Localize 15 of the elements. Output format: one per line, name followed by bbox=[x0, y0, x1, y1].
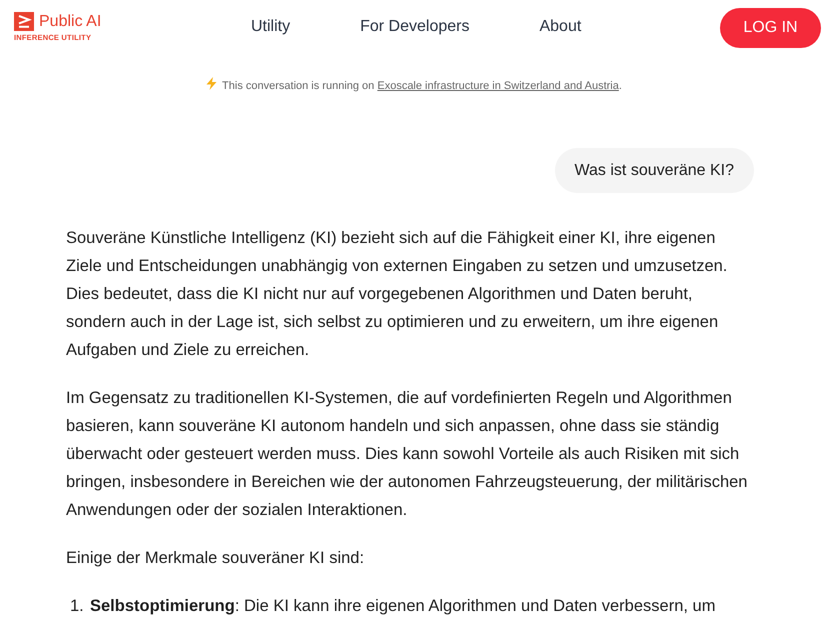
lightning-icon bbox=[206, 77, 218, 90]
logo-name: Public AI bbox=[39, 12, 102, 31]
nav-link[interactable]: About bbox=[539, 17, 582, 37]
response-paragraph: Im Gegensatz zu traditionellen KI-Systemen, die auf vordefinierten Regeln und Algorithmen basieren, kann souveräne KI autonom handeln und sich anpassen, ohne dass sie ständig überwacht oder gesteuert werden muss. Dies kann sowohl Vorteile als auch Risiken mit sich bringen, insbesondere in Bereichen wie der autonomen Fahrzeugsteuerung, der militärischen Anwendungen oder der sozialen Interaktionen. bbox=[66, 388, 748, 521]
infrastructure-link[interactable]: Exoscale infrastructure in Switzerland and Austria bbox=[377, 80, 619, 92]
response-paragraph: Einige der Merkmale souveräner KI sind: bbox=[66, 548, 366, 569]
list-item-text: Selbstoptimierung: Die KI kann ihre eigenen Algorithmen und Daten verbessern, um bbox=[90, 596, 716, 617]
user-message-bubble: Was ist souveräne KI? bbox=[554, 148, 754, 193]
list-number: 1. bbox=[69, 596, 85, 617]
infrastructure-notice: This conversation is running on Exoscale infrastructure in Switzerland and Austria. bbox=[0, 77, 828, 93]
response-paragraph: Souveräne Künstliche Intelligenz (KI) bezieht sich auf die Fähigkeit einer KI, ihre eigenen Ziele und Entscheidungen unabhängig von externen Eingaben zu setzen und umzusetzen. Dies bedeutet, dass die KI nicht nur auf vorgegebenen Algorithmen und Daten beruht, sondern auch in der Lage ist, sich selbst zu optimieren und zu erweitern, um ihre eigenen Aufgaben und Ziele zu erreichen. bbox=[66, 228, 728, 361]
nav-link[interactable]: Utility bbox=[251, 17, 290, 37]
logo-icon bbox=[14, 12, 34, 31]
login-button[interactable]: LOG IN bbox=[720, 8, 821, 48]
nav-link[interactable]: For Developers bbox=[360, 17, 470, 37]
